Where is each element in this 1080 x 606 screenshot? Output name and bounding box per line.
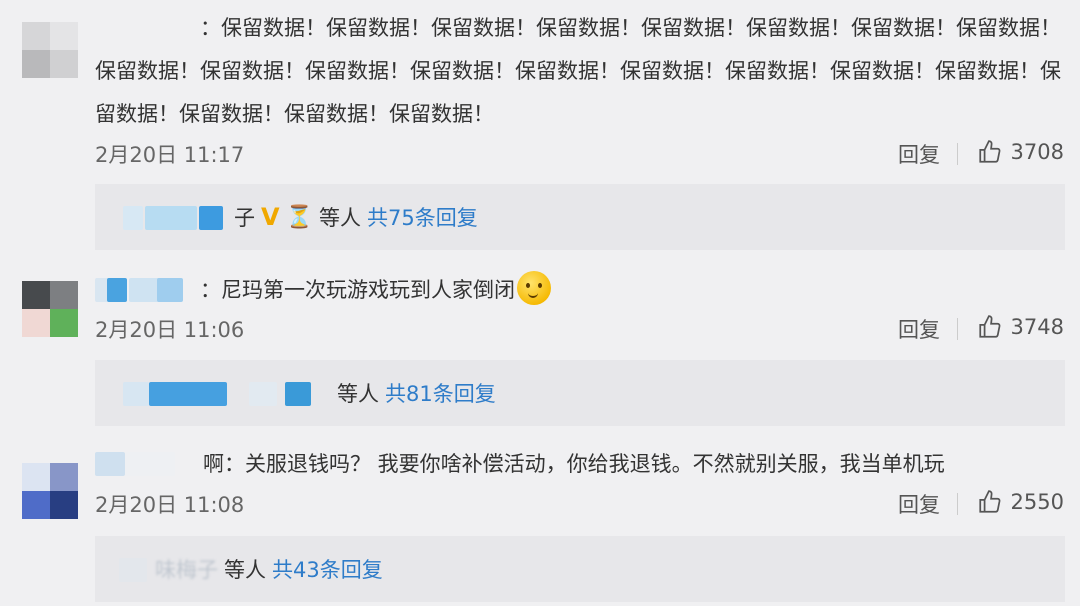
reply-summary[interactable]: 子 V ⏳ 等人 共75条回复 [95, 184, 1065, 250]
username[interactable] [95, 450, 203, 476]
thinking-emoji-icon [517, 271, 551, 305]
thumbs-up-icon [978, 315, 1000, 338]
username-colon: ： [200, 16, 221, 40]
comment-text: 啊：关服退钱吗？ 我要你啥补偿活动，你给我退钱。不然就别关服，我当单机玩 [95, 443, 1062, 486]
comment-body: 关服退钱吗？ 我要你啥补偿活动，你给我退钱。不然就别关服，我当单机玩 [245, 452, 945, 476]
reply-suffix: 等人 [318, 206, 361, 230]
thumbs-up-icon [978, 140, 1000, 163]
comment-meta: 2月20日 11:08 回复 2550 [95, 489, 1064, 519]
like-count: 3748 [1010, 315, 1064, 339]
avatar[interactable] [22, 281, 78, 337]
username-colon: ： [200, 278, 221, 302]
like-button[interactable]: 3708 [977, 139, 1064, 165]
reply-names [113, 378, 331, 408]
comment-meta: 2月20日 11:06 回复 3748 [95, 314, 1064, 344]
timestamp: 2月20日 11:08 [95, 493, 245, 517]
reply-name-fragment: 味梅子 [155, 558, 218, 582]
comment-body: 保留数据！保留数据！保留数据！保留数据！保留数据！保留数据！保留数据！保留数据！… [95, 16, 1061, 126]
divider [957, 318, 958, 340]
username-colon: 啊： [203, 452, 245, 476]
reply-count-link[interactable]: 共43条回复 [272, 554, 383, 584]
username[interactable] [95, 14, 200, 40]
reply-button[interactable]: 回复 [898, 314, 940, 344]
divider [957, 143, 958, 165]
avatar[interactable] [22, 463, 78, 519]
like-button[interactable]: 2550 [977, 489, 1064, 515]
divider [957, 493, 958, 515]
reply-count-link[interactable]: 共75条回复 [367, 202, 478, 232]
comment-text: ：尼玛第一次玩游戏玩到人家倒闭 [95, 269, 1062, 312]
timestamp: 2月20日 11:17 [95, 143, 245, 167]
like-count: 2550 [1010, 490, 1064, 514]
reply-button[interactable]: 回复 [898, 489, 940, 519]
comment-meta: 2月20日 11:17 回复 3708 [95, 139, 1064, 169]
reply-summary[interactable]: 味梅子 等人 共43条回复 [95, 536, 1065, 602]
avatar[interactable] [22, 22, 78, 78]
like-button[interactable]: 3748 [977, 314, 1064, 340]
reply-suffix: 等人 [337, 382, 379, 406]
thumbs-up-icon [978, 490, 1000, 513]
reply-summary[interactable]: 等人 共81条回复 [95, 360, 1065, 426]
reply-button[interactable]: 回复 [898, 139, 940, 169]
comment-body: 尼玛第一次玩游戏玩到人家倒闭 [221, 278, 515, 302]
like-count: 3708 [1010, 140, 1064, 164]
reply-suffix: 等人 [224, 558, 266, 582]
verified-badge-icon: V [261, 203, 280, 231]
reply-names [113, 554, 149, 584]
username[interactable] [95, 276, 200, 302]
reply-name-fragment: 子 [234, 206, 255, 230]
hourglass-icon: ⏳ [285, 204, 313, 230]
timestamp: 2月20日 11:06 [95, 318, 245, 342]
comment-text: ：保留数据！保留数据！保留数据！保留数据！保留数据！保留数据！保留数据！保留数据… [95, 7, 1062, 136]
reply-count-link[interactable]: 共81条回复 [385, 378, 496, 408]
reply-names [113, 202, 228, 232]
